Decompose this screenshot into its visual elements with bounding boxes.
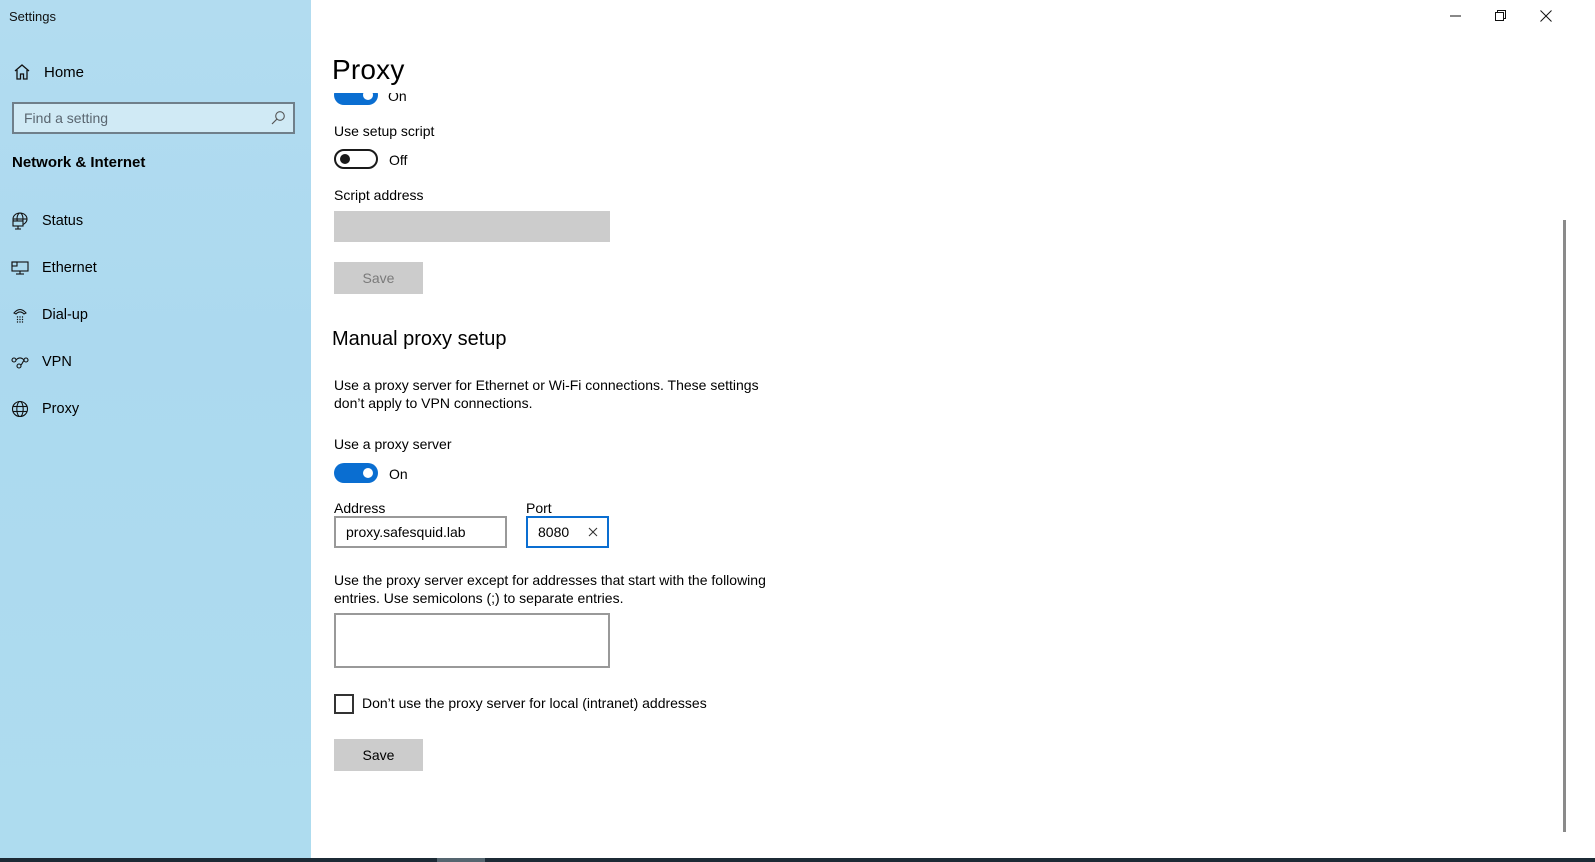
auto-detect-toggle[interactable] [334,93,378,105]
globe-icon [10,399,30,419]
scrollbar[interactable] [1563,220,1566,832]
sidebar-item-label: Ethernet [42,260,97,276]
restore-button[interactable] [1478,0,1524,32]
port-input[interactable] [538,524,586,540]
setup-script-label: Use setup script [334,123,435,139]
search-input[interactable] [24,110,264,126]
close-icon [1540,10,1552,22]
search-icon[interactable] [270,110,286,126]
section-title: Network & Internet [12,154,146,171]
globe-monitor-icon [10,211,30,231]
taskbar-segment [437,858,485,862]
settings-window: Settings Home Network & Internet [0,0,1595,862]
script-address-label: Script address [334,187,424,203]
page-title: Proxy [332,54,405,85]
sidebar-item-status[interactable]: Status [10,207,300,235]
sidebar-item-label: Status [42,213,84,229]
address-field[interactable] [334,516,507,548]
manual-save-button[interactable]: Save [334,739,423,771]
sidebar-item-vpn[interactable]: VPN [10,348,300,376]
clear-icon[interactable] [585,524,601,540]
local-bypass-label: Don’t use the proxy server for local (in… [362,695,707,711]
sidebar-home[interactable]: Home [12,60,84,84]
sidebar-item-dialup[interactable]: Dial-up [10,301,300,329]
auto-detect-state-clip: On [388,93,407,105]
manual-proxy-description: Use a proxy server for Ethernet or Wi-Fi… [334,377,759,411]
auto-detect-toggle-clip [334,93,394,105]
exceptions-input[interactable] [334,613,610,668]
sidebar: Settings Home Network & Internet [0,0,311,858]
sidebar-item-ethernet[interactable]: Ethernet [10,254,300,282]
manual-proxy-title: Manual proxy setup [332,328,507,350]
port-field[interactable] [526,516,609,548]
address-input[interactable] [346,524,505,540]
ethernet-icon [10,258,30,278]
main-content: Proxy On Use setup script Off Script add… [311,0,1595,858]
search-box[interactable] [12,102,295,134]
use-proxy-toggle[interactable] [334,463,378,483]
vpn-icon [10,352,30,372]
sidebar-item-label: Dial-up [42,307,88,323]
script-address-input[interactable] [334,211,610,242]
sidebar-item-label: Proxy [42,401,80,417]
local-bypass-checkbox[interactable] [334,694,354,714]
sidebar-item-proxy[interactable]: Proxy [10,395,300,423]
setup-script-state: Off [389,152,408,168]
taskbar-edge [0,858,1595,862]
port-label: Port [526,500,552,516]
app-title: Settings [9,9,56,24]
use-proxy-label: Use a proxy server [334,436,452,452]
toggle-knob [340,154,350,164]
script-save-button[interactable]: Save [334,262,423,294]
home-icon [14,64,30,80]
home-label: Home [44,63,85,81]
address-label: Address [334,500,386,516]
auto-detect-state: On [388,93,407,104]
restore-icon [1495,10,1506,21]
toggle-knob [363,468,373,478]
minimize-icon [1450,15,1461,17]
minimize-button[interactable] [1433,0,1479,32]
close-button[interactable] [1523,0,1569,32]
exceptions-description: Use the proxy server except for addresse… [334,572,766,606]
setup-script-toggle[interactable] [334,149,378,169]
use-proxy-state: On [389,466,408,482]
sidebar-item-label: VPN [42,354,72,370]
dialup-phone-icon [10,305,30,325]
toggle-knob [363,93,373,100]
